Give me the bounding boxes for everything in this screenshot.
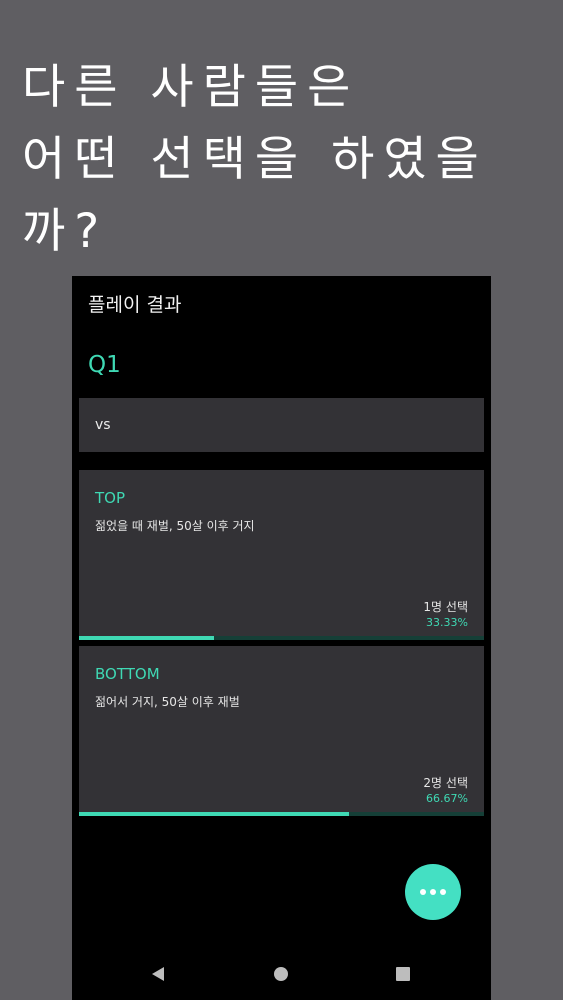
- back-icon[interactable]: [150, 966, 166, 986]
- option-progress-track: [79, 812, 484, 816]
- more-options-button[interactable]: [405, 864, 461, 920]
- phone-screen: 플레이 결과 Q1 vs TOP 젊었을 때 재벌, 50살 이후 거지 1명 …: [72, 276, 491, 1000]
- option-progress-fill: [79, 812, 349, 816]
- android-nav-bar: [72, 948, 491, 1000]
- option-vote-count: 1명 선택: [423, 600, 468, 614]
- more-horizontal-icon: [420, 889, 446, 895]
- option-card-top[interactable]: TOP 젊었을 때 재벌, 50살 이후 거지 1명 선택 33.33%: [79, 470, 484, 640]
- option-progress-track: [79, 636, 484, 640]
- home-icon[interactable]: [273, 966, 289, 986]
- promo-line-1: 다른 사람들은: [22, 60, 360, 115]
- page-title: 플레이 결과: [88, 294, 182, 316]
- option-percent: 33.33%: [426, 616, 468, 629]
- option-card-bottom[interactable]: BOTTOM 젊어서 거지, 50살 이후 재벌 2명 선택 66.67%: [79, 646, 484, 816]
- recent-apps-icon[interactable]: [395, 966, 411, 986]
- option-percent: 66.67%: [426, 792, 468, 805]
- question-vs-box: vs: [79, 398, 484, 452]
- promo-headline: 다른 사람들은 어떤 선택을 하였을까?: [22, 52, 563, 268]
- option-description: 젊었을 때 재벌, 50살 이후 거지: [95, 519, 255, 533]
- question-title: Q1: [88, 352, 121, 378]
- vs-text: vs: [95, 417, 111, 433]
- option-description: 젊어서 거지, 50살 이후 재벌: [95, 695, 240, 709]
- option-label: BOTTOM: [95, 665, 160, 683]
- option-vote-count: 2명 선택: [423, 776, 468, 790]
- promo-line-2: 어떤 선택을 하였을까?: [22, 132, 488, 259]
- option-label: TOP: [95, 489, 126, 507]
- option-progress-fill: [79, 636, 214, 640]
